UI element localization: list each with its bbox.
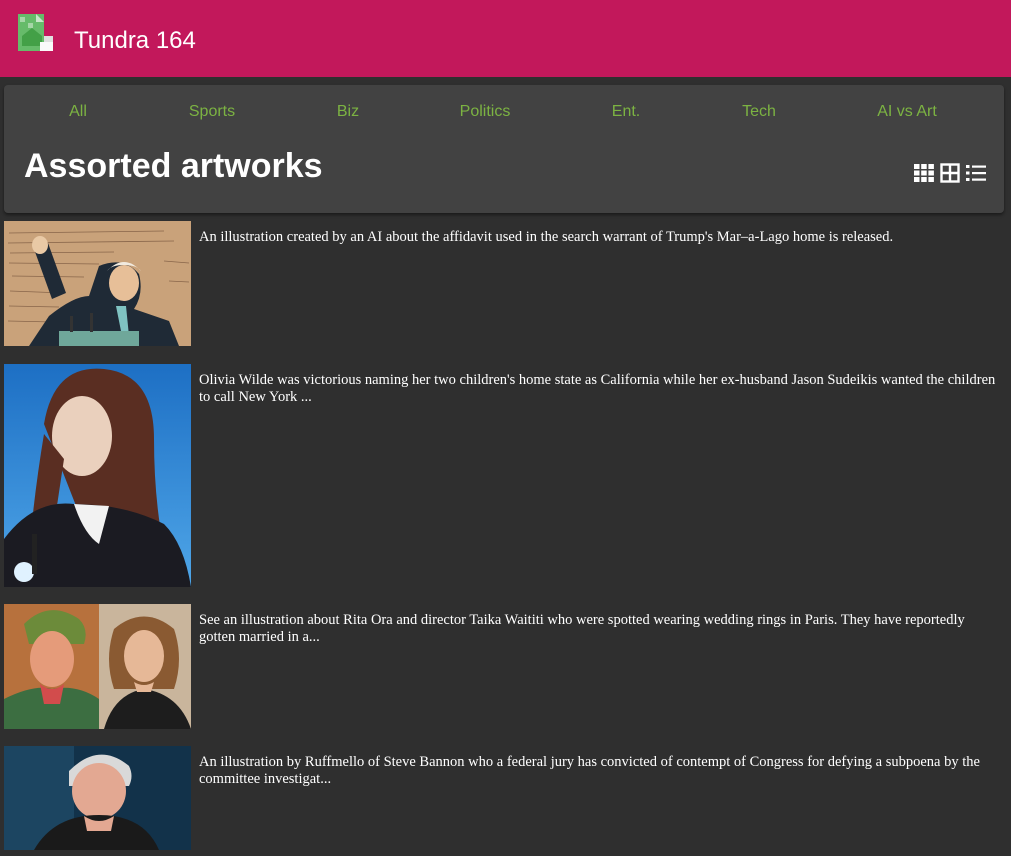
page-title: Assorted artworks: [24, 147, 323, 185]
olivia-wilde-illustration-image: [4, 364, 191, 587]
nav-item-sports[interactable]: Sports: [189, 103, 235, 121]
trump-illustration-image: [4, 221, 191, 346]
steve-bannon-illustration-image: [4, 746, 191, 850]
nav-item-tech[interactable]: Tech: [742, 103, 776, 121]
nav-item-biz[interactable]: Biz: [337, 103, 359, 121]
category-nav: All Sports Biz Politics Ent. Tech AI vs …: [4, 103, 1004, 127]
nav-item-ent[interactable]: Ent.: [612, 103, 640, 121]
grid-large-icon[interactable]: [940, 163, 960, 183]
article-thumbnail[interactable]: [4, 364, 191, 587]
nav-item-politics[interactable]: Politics: [460, 103, 511, 121]
list-item[interactable]: See an illustration about Rita Ora and d…: [4, 604, 1004, 729]
article-thumbnail[interactable]: [4, 604, 191, 729]
list-item[interactable]: An illustration created by an AI about t…: [4, 221, 1004, 346]
article-caption[interactable]: An illustration created by an AI about t…: [199, 229, 999, 246]
grid-small-icon[interactable]: [914, 163, 934, 183]
view-mode-toggles: [914, 163, 986, 183]
logo-icon[interactable]: [18, 14, 53, 51]
article-thumbnail[interactable]: [4, 746, 191, 850]
article-caption[interactable]: Olivia Wilde was victorious naming her t…: [199, 372, 999, 406]
list-item[interactable]: Olivia Wilde was victorious naming her t…: [4, 364, 1004, 587]
app-title[interactable]: Tundra 164: [74, 27, 196, 55]
article-thumbnail[interactable]: [4, 221, 191, 346]
nav-item-all[interactable]: All: [69, 103, 87, 121]
article-caption[interactable]: See an illustration about Rita Ora and d…: [199, 612, 999, 646]
list-icon[interactable]: [966, 163, 986, 183]
header-card: All Sports Biz Politics Ent. Tech AI vs …: [4, 85, 1004, 213]
list-item[interactable]: An illustration by Ruffmello of Steve Ba…: [4, 746, 1004, 856]
rita-ora-taika-waititi-illustration-image: [4, 604, 191, 729]
article-caption[interactable]: An illustration by Ruffmello of Steve Ba…: [199, 754, 999, 788]
app-bar: Tundra 164: [0, 0, 1011, 77]
nav-item-ai-vs-art[interactable]: AI vs Art: [877, 103, 937, 121]
